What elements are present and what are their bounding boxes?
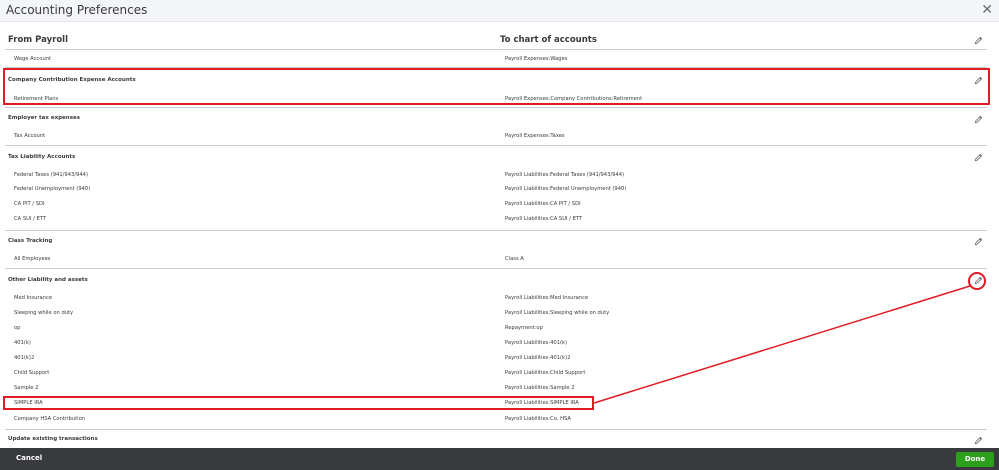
dialog-title: Accounting Preferences bbox=[6, 3, 148, 17]
section-title-class-tracking: Class Tracking bbox=[8, 238, 53, 244]
list-item-to: Class A bbox=[505, 256, 524, 262]
list-item-to: Payroll Liabilities:Federal Unemployment… bbox=[505, 186, 627, 192]
row-wage-account-from: Wage Account bbox=[14, 56, 52, 62]
list-item-to: Payroll Liabilities:Sample 2 bbox=[505, 385, 575, 391]
list-item-from: 401(k)2 bbox=[14, 355, 35, 361]
list-item-from: Federal Unemployment (940) bbox=[14, 186, 91, 192]
highlight-box-company-contribution bbox=[3, 68, 990, 105]
list-item-from: op bbox=[14, 325, 21, 331]
from-payroll-header: From Payroll bbox=[8, 35, 68, 45]
list-item-from: All Employees bbox=[14, 256, 51, 262]
dialog-footer: Cancel Done bbox=[0, 448, 999, 470]
list-item-from: Federal Taxes (941/943/944) bbox=[14, 172, 88, 178]
list-item-to: Payroll Liabilities:CA PIT / SDI bbox=[505, 201, 581, 207]
list-item-to: Payroll Liabilities:Co. HSA bbox=[505, 416, 571, 422]
list-item-from: Child Support bbox=[14, 370, 50, 376]
list-item-from: Med Insurance bbox=[14, 295, 53, 301]
list-item-to: Payroll Liabilities:401(k) bbox=[505, 340, 568, 346]
list-item-from: Tax Account bbox=[14, 133, 46, 139]
section-title-update-existing: Update existing transactions bbox=[8, 436, 98, 442]
list-item-to: Payroll Expenses:Taxes bbox=[505, 133, 565, 139]
list-item-from: Sleeping while on duty bbox=[14, 310, 74, 316]
list-item-to: Repayment:op bbox=[505, 325, 543, 331]
list-item-from: 401(k) bbox=[14, 340, 31, 346]
list-item-to: Payroll Liabilities:401(k)2 bbox=[505, 355, 571, 361]
cancel-button[interactable]: Cancel bbox=[16, 454, 42, 462]
divider bbox=[5, 429, 987, 430]
close-icon[interactable]: ✕ bbox=[981, 2, 993, 18]
section-title-tax-liability: Tax Liability Accounts bbox=[8, 154, 76, 160]
list-item-from: Company HSA Contribution bbox=[14, 416, 86, 422]
divider bbox=[5, 230, 987, 231]
divider bbox=[5, 107, 987, 108]
done-button[interactable]: Done bbox=[956, 452, 994, 467]
pencil-icon[interactable] bbox=[974, 36, 983, 45]
list-item-to: Payroll Liabilities:Med Insurance bbox=[505, 295, 589, 301]
list-item-from: CA SUI / ETT bbox=[14, 216, 47, 222]
list-item-from: CA PIT / SDI bbox=[14, 201, 45, 207]
pencil-icon[interactable] bbox=[974, 436, 983, 445]
list-item-to: Payroll Liabilities:CA SUI / ETT bbox=[505, 216, 583, 222]
divider bbox=[5, 268, 987, 269]
list-item-to: Payroll Liabilities:Federal Taxes (941/9… bbox=[505, 172, 625, 178]
pencil-icon[interactable] bbox=[974, 153, 983, 162]
highlight-box-simple-ira bbox=[3, 396, 594, 410]
to-chart-of-accounts-header: To chart of accounts bbox=[500, 35, 597, 45]
divider bbox=[5, 49, 987, 50]
pencil-icon[interactable] bbox=[974, 115, 983, 124]
list-item-to: Payroll Liabilities:Child Support bbox=[505, 370, 586, 376]
list-item-from: Sample 2 bbox=[14, 385, 39, 391]
highlight-circle-edit bbox=[968, 272, 986, 290]
section-title-employer-tax: Employer tax expenses bbox=[8, 115, 80, 121]
dialog-titlebar: Accounting Preferences ✕ bbox=[0, 0, 999, 22]
pencil-icon[interactable] bbox=[974, 237, 983, 246]
section-title-other-liability: Other Liability and assets bbox=[8, 277, 88, 283]
list-item-to: Payroll Liabilities:Sleeping while on du… bbox=[505, 310, 610, 316]
divider bbox=[5, 145, 987, 146]
row-wage-account-to: Payroll Expenses:Wages bbox=[505, 56, 568, 62]
